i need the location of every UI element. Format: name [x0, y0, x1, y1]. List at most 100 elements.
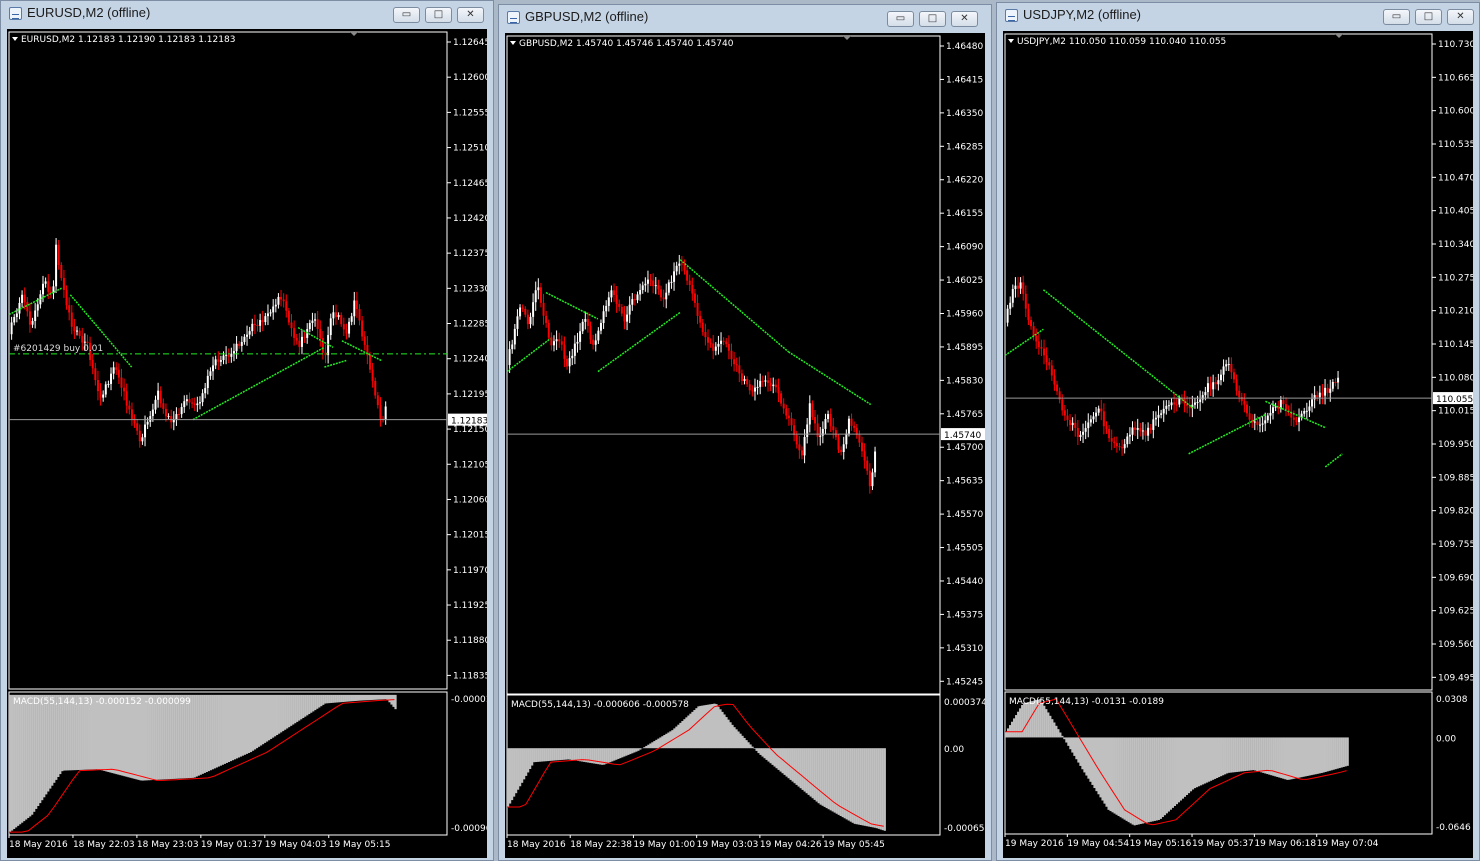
macd-tick-label: 0.000374	[944, 698, 985, 708]
candle-body	[534, 290, 537, 303]
macd-histogram-bar	[354, 694, 357, 701]
candle-body	[1009, 302, 1012, 309]
price-tick-label: 1.45245	[946, 677, 983, 687]
window-titlebar[interactable]: GBPUSD,M2 (offline) ▭ □ ✕	[499, 5, 991, 33]
candle-body	[714, 346, 717, 351]
candle-body	[240, 342, 243, 346]
chart-canvas[interactable]: GBPUSD,M2 1.45740 1.45746 1.45740 1.4574…	[505, 33, 985, 858]
chart-canvas[interactable]: EURUSD,M2 1.12183 1.12190 1.12183 1.1218…	[7, 29, 487, 858]
candle-body	[516, 316, 519, 329]
macd-histogram-bar	[803, 748, 806, 792]
macd-histogram-bar	[239, 694, 243, 757]
candle-body	[532, 302, 535, 317]
price-tick-label: 1.46155	[946, 209, 983, 219]
macd-histogram-bar	[1117, 737, 1120, 816]
candle-body	[722, 340, 725, 342]
minimize-button[interactable]: ▭	[887, 11, 914, 27]
candle-body	[175, 414, 178, 420]
candle-body	[686, 270, 689, 281]
candle-body	[149, 416, 152, 422]
candle-body	[1014, 285, 1017, 290]
chart-window-eurusd[interactable]: EURUSD,M2 (offline) ▭ □ ✕ EURUSD,M2 1.12…	[0, 0, 494, 861]
macd-histogram-bar	[1019, 708, 1022, 738]
macd-histogram-bar	[1075, 737, 1078, 760]
macd-histogram-bar	[1061, 735, 1064, 738]
candle-body	[1219, 374, 1222, 381]
macd-histogram-bar	[1177, 737, 1181, 803]
close-button[interactable]: ✕	[1447, 9, 1474, 25]
candle-body	[1074, 422, 1077, 429]
macd-histogram-bar	[725, 717, 728, 749]
macd-histogram-bar	[845, 748, 848, 820]
candle-body	[774, 384, 777, 388]
close-button[interactable]: ✕	[951, 11, 978, 27]
chart-area[interactable]: GBPUSD,M2 1.45740 1.45746 1.45740 1.4574…	[505, 33, 985, 858]
candle-body	[167, 416, 170, 418]
candle-body	[1110, 438, 1113, 442]
macd-histogram-bar	[17, 694, 20, 826]
macd-histogram-bar	[1207, 737, 1211, 782]
candle-body	[1316, 395, 1319, 398]
close-button[interactable]: ✕	[457, 7, 484, 23]
candle-body	[1318, 392, 1321, 398]
candle-body	[314, 319, 317, 321]
candle-body	[519, 307, 522, 317]
minimize-button[interactable]: ▭	[393, 7, 420, 23]
chart-area[interactable]: USDJPY,M2 110.050 110.059 110.040 110.05…	[1003, 31, 1473, 858]
macd-histogram-bar	[1175, 737, 1178, 805]
candle-body	[863, 451, 866, 461]
macd-histogram-bar	[551, 748, 554, 761]
macd-histogram-bar	[821, 748, 824, 806]
macd-histogram-bar	[869, 748, 872, 827]
candle-body	[282, 299, 285, 302]
maximize-button[interactable]: □	[425, 7, 452, 23]
candle-body	[1024, 293, 1027, 309]
candle-body	[311, 320, 314, 323]
candle-body	[615, 295, 618, 304]
candle-body	[806, 424, 809, 437]
macd-histogram-bar	[613, 748, 616, 761]
price-tick-label: 110.535	[1438, 140, 1473, 150]
macd-histogram-bar	[336, 694, 339, 703]
macd-histogram-bar	[571, 748, 574, 760]
candle-body	[76, 330, 79, 332]
candle-body	[581, 321, 584, 332]
macd-histogram-bar	[631, 748, 634, 754]
price-tick-label: 1.12465	[453, 179, 487, 189]
macd-histogram-bar	[217, 694, 220, 767]
macd-histogram-bar	[817, 748, 820, 804]
chart-window-usdjpy[interactable]: USDJPY,M2 (offline) ▭ □ ✕ USDJPY,M2 110.…	[996, 2, 1480, 861]
maximize-button[interactable]: □	[1415, 9, 1442, 25]
macd-histogram-bar	[9, 694, 12, 833]
macd-histogram-bar	[549, 748, 552, 761]
chart-window-gbpusd[interactable]: GBPUSD,M2 (offline) ▭ □ ✕ GBPUSD,M2 1.45…	[498, 4, 992, 861]
macd-histogram-bar	[304, 694, 307, 717]
macd-histogram-bar	[1197, 737, 1201, 787]
chart-canvas[interactable]: USDJPY,M2 110.050 110.059 110.040 110.05…	[1003, 31, 1473, 858]
candle-body	[225, 354, 228, 356]
macd-histogram-bar	[775, 748, 778, 769]
candle-body	[235, 343, 238, 352]
macd-histogram-bar	[1224, 737, 1227, 775]
window-titlebar[interactable]: USDJPY,M2 (offline) ▭ □ ✕	[997, 3, 1479, 31]
candle-body	[832, 426, 835, 431]
chart-area[interactable]: EURUSD,M2 1.12183 1.12190 1.12183 1.1218…	[7, 29, 487, 858]
window-titlebar[interactable]: EURUSD,M2 (offline) ▭ □ ✕	[1, 1, 493, 29]
macd-histogram-bar	[793, 748, 796, 784]
minimize-button[interactable]: ▭	[1383, 9, 1410, 25]
macd-histogram-bar	[545, 748, 548, 762]
candle-body	[1061, 399, 1064, 411]
candle-body	[1222, 366, 1225, 375]
header-dropdown-icon	[510, 41, 516, 45]
macd-histogram-bar	[330, 694, 333, 703]
candle-body	[1245, 404, 1248, 414]
candle-body	[1212, 382, 1215, 390]
candle-body	[1147, 427, 1150, 436]
time-tick-label: 19 May 04:26	[760, 840, 822, 850]
candle-body	[1056, 384, 1059, 392]
maximize-button[interactable]: □	[919, 11, 946, 27]
candle-body	[1199, 399, 1202, 403]
price-tick-label: 1.11835	[453, 671, 487, 681]
macd-histogram-bar	[761, 748, 764, 757]
macd-histogram-bar	[1007, 728, 1010, 738]
